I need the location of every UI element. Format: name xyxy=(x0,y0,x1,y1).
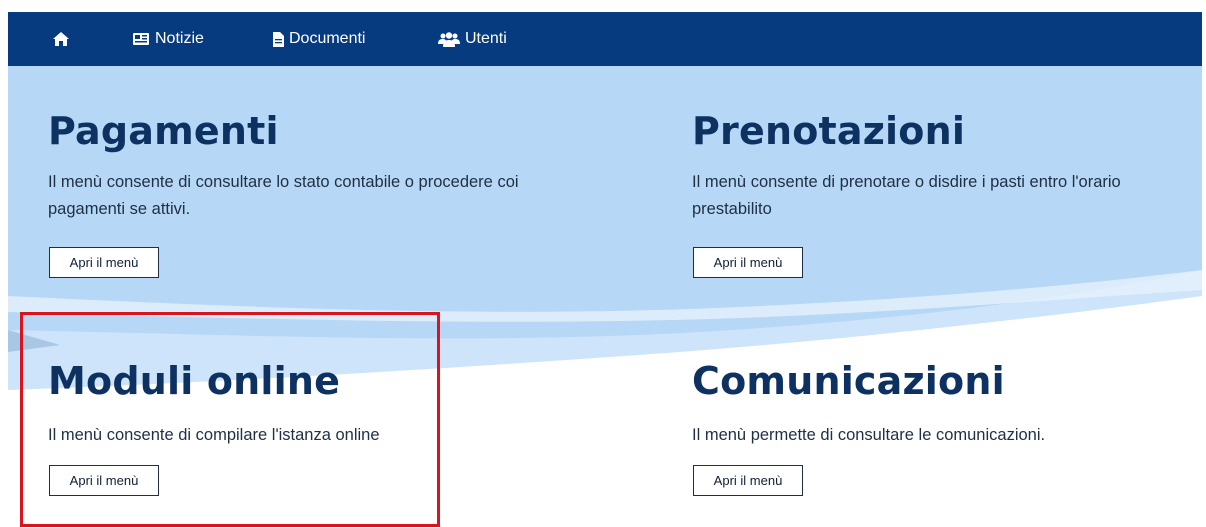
open-menu-button-pagamenti[interactable]: Apri il menù xyxy=(49,247,159,278)
nav-label-documenti: Documenti xyxy=(289,30,366,47)
highlight-box xyxy=(20,312,440,527)
card-title: Prenotazioni xyxy=(692,109,966,153)
nav-item-documenti[interactable]: Documenti xyxy=(272,12,365,66)
card-description: Il menù consente di prenotare o disdire … xyxy=(692,173,1121,218)
open-menu-button-comunicazioni[interactable]: Apri il menù xyxy=(693,465,803,496)
file-icon xyxy=(273,31,284,47)
nav-item-utenti[interactable]: Utenti xyxy=(438,12,507,66)
nav-home[interactable] xyxy=(52,12,75,66)
card-prenotazioni: Prenotazioni Il menù consente di prenota… xyxy=(692,112,1192,223)
home-icon xyxy=(53,32,69,46)
card-title: Pagamenti xyxy=(48,109,279,153)
card-title: Comunicazioni xyxy=(692,359,1005,403)
card-description: Il menù consente di consultare lo stato … xyxy=(48,173,519,218)
users-icon xyxy=(438,31,460,47)
nav-label-notizie: Notizie xyxy=(155,30,204,47)
open-menu-button-prenotazioni[interactable]: Apri il menù xyxy=(693,247,803,278)
card-description: Il menù permette di consultare le comuni… xyxy=(692,426,1046,444)
card-comunicazioni: Comunicazioni Il menù permette di consul… xyxy=(692,362,1192,449)
card-pagamenti: Pagamenti Il menù consente di consultare… xyxy=(48,112,588,223)
newspaper-icon xyxy=(133,33,149,45)
nav-item-notizie[interactable]: Notizie xyxy=(132,12,204,66)
nav-label-utenti: Utenti xyxy=(465,30,507,47)
top-navbar: Notizie Documenti Utenti xyxy=(8,12,1202,66)
